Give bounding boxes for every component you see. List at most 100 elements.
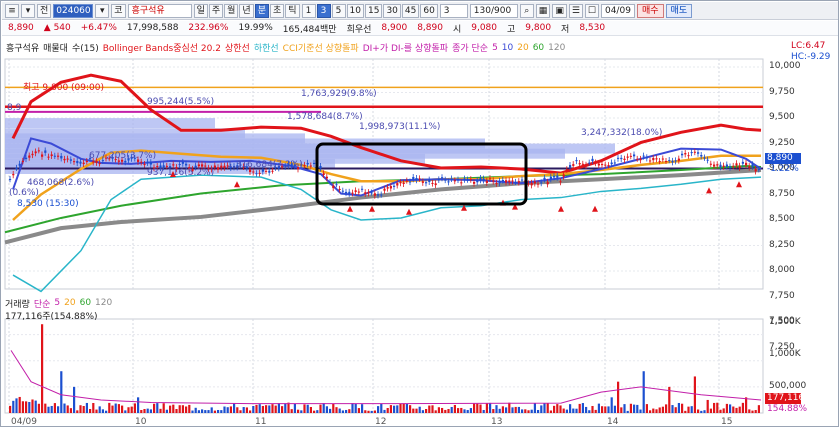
candle-body — [367, 192, 370, 194]
candle-body — [585, 164, 588, 166]
volume-bar — [674, 407, 677, 413]
price-axis: 10,000 9,750 9,500 9,250 9,000 8,750 8,500 8,25… — [765, 1, 839, 352]
volume-bar — [751, 410, 754, 413]
candle-body — [492, 180, 495, 182]
candle-body — [338, 188, 341, 190]
candle-body — [645, 157, 648, 159]
volume-bar — [421, 410, 424, 413]
volume-bar — [396, 405, 399, 413]
candle-body — [732, 165, 735, 167]
candle-body — [82, 162, 85, 164]
volume-bar — [537, 409, 540, 413]
candle-body — [578, 163, 581, 165]
volume-bar — [114, 403, 117, 413]
candle-body — [588, 162, 591, 164]
price-volume-chart[interactable]: 04/09 10 11 12 13 14 15 최고 9,800 (09:00) 995,244… — [1, 1, 839, 428]
volume-ma-period-20[interactable]: 20 — [64, 298, 75, 308]
candle-body — [34, 151, 37, 154]
candle-body — [402, 182, 405, 184]
volume-panel-frame — [4, 318, 764, 414]
volume-bar — [511, 407, 514, 413]
candle-body — [178, 164, 181, 166]
current-price-tag: 8,890 — [765, 153, 801, 164]
volume-bar — [18, 396, 21, 413]
volume-bar — [393, 405, 396, 413]
candle-body — [165, 165, 168, 167]
candle-body — [15, 167, 18, 169]
candle-body — [655, 158, 658, 160]
volume-bar — [319, 404, 322, 413]
bollinger-lower-line — [12, 174, 762, 293]
volume-bar — [444, 409, 447, 413]
volume-bar — [591, 405, 594, 413]
candle-body — [44, 150, 47, 153]
volume-bar — [719, 409, 722, 413]
volume-bar — [508, 402, 511, 413]
candle-body — [652, 157, 655, 161]
candle-body — [719, 164, 722, 168]
candle-body — [572, 164, 575, 166]
volume-bar — [201, 409, 204, 413]
volume-bar — [162, 403, 165, 413]
candle-body — [684, 153, 687, 155]
candle-body — [620, 157, 623, 160]
volume-bar — [207, 410, 210, 413]
candle-body — [671, 160, 674, 163]
candle-body — [716, 164, 719, 166]
candle-body — [441, 177, 444, 179]
price-tick: 9,250 — [769, 137, 795, 148]
volume-bar — [66, 405, 69, 413]
candle-body — [418, 178, 421, 180]
volume-bar — [377, 406, 380, 413]
volume-bar — [277, 403, 280, 413]
volume-bar — [418, 406, 421, 413]
candle-body — [41, 154, 44, 157]
price-tick: 9,750 — [769, 86, 795, 97]
candle-body — [53, 155, 56, 157]
volume-bar — [325, 406, 328, 413]
volume-bar — [453, 404, 456, 413]
volume-ma-line — [10, 350, 762, 405]
volume-bar — [633, 404, 636, 413]
candle-body — [415, 177, 418, 181]
buy-signal-arrow — [592, 205, 598, 212]
candle-body — [271, 170, 274, 172]
volume-bar — [233, 403, 236, 413]
volume-bar — [85, 402, 88, 413]
candle-body — [325, 176, 328, 179]
volume-bar — [700, 410, 703, 413]
volume-ma-period-5[interactable]: 5 — [54, 298, 60, 308]
candle-body — [434, 183, 437, 186]
volume-bar — [121, 405, 124, 413]
volume-ma-period-60[interactable]: 60 — [80, 298, 91, 308]
candle-body — [514, 181, 517, 183]
volume-bar — [626, 410, 629, 413]
volume-bar — [383, 409, 386, 413]
candle-body — [9, 178, 12, 180]
x-axis-tick: 14 — [607, 417, 619, 427]
x-axis-tick: 12 — [375, 417, 386, 427]
candle-body — [18, 163, 21, 166]
volume-ma-period-120[interactable]: 120 — [95, 298, 112, 308]
volume-bar — [364, 410, 367, 413]
volume-bar — [313, 410, 316, 413]
candle-body — [594, 162, 597, 164]
volume-bar — [693, 376, 696, 413]
volume-bar — [748, 409, 751, 413]
candle-body — [95, 160, 98, 163]
volume-bar — [60, 371, 63, 413]
buy-signal-arrow — [706, 187, 712, 194]
volume-bar — [133, 403, 136, 413]
profile-label: 3,247,332(18.0%) — [581, 128, 662, 138]
candle-body — [665, 160, 668, 162]
candle-body — [709, 163, 712, 165]
volume-bar — [293, 403, 296, 413]
volume-bar — [242, 407, 245, 413]
volume-bar — [117, 404, 120, 413]
volume-bar — [380, 403, 383, 413]
volume-bar — [687, 406, 690, 413]
candle-body — [92, 161, 95, 163]
volume-bar — [149, 409, 152, 413]
candle-body — [530, 182, 533, 186]
volume-bar — [601, 406, 604, 413]
